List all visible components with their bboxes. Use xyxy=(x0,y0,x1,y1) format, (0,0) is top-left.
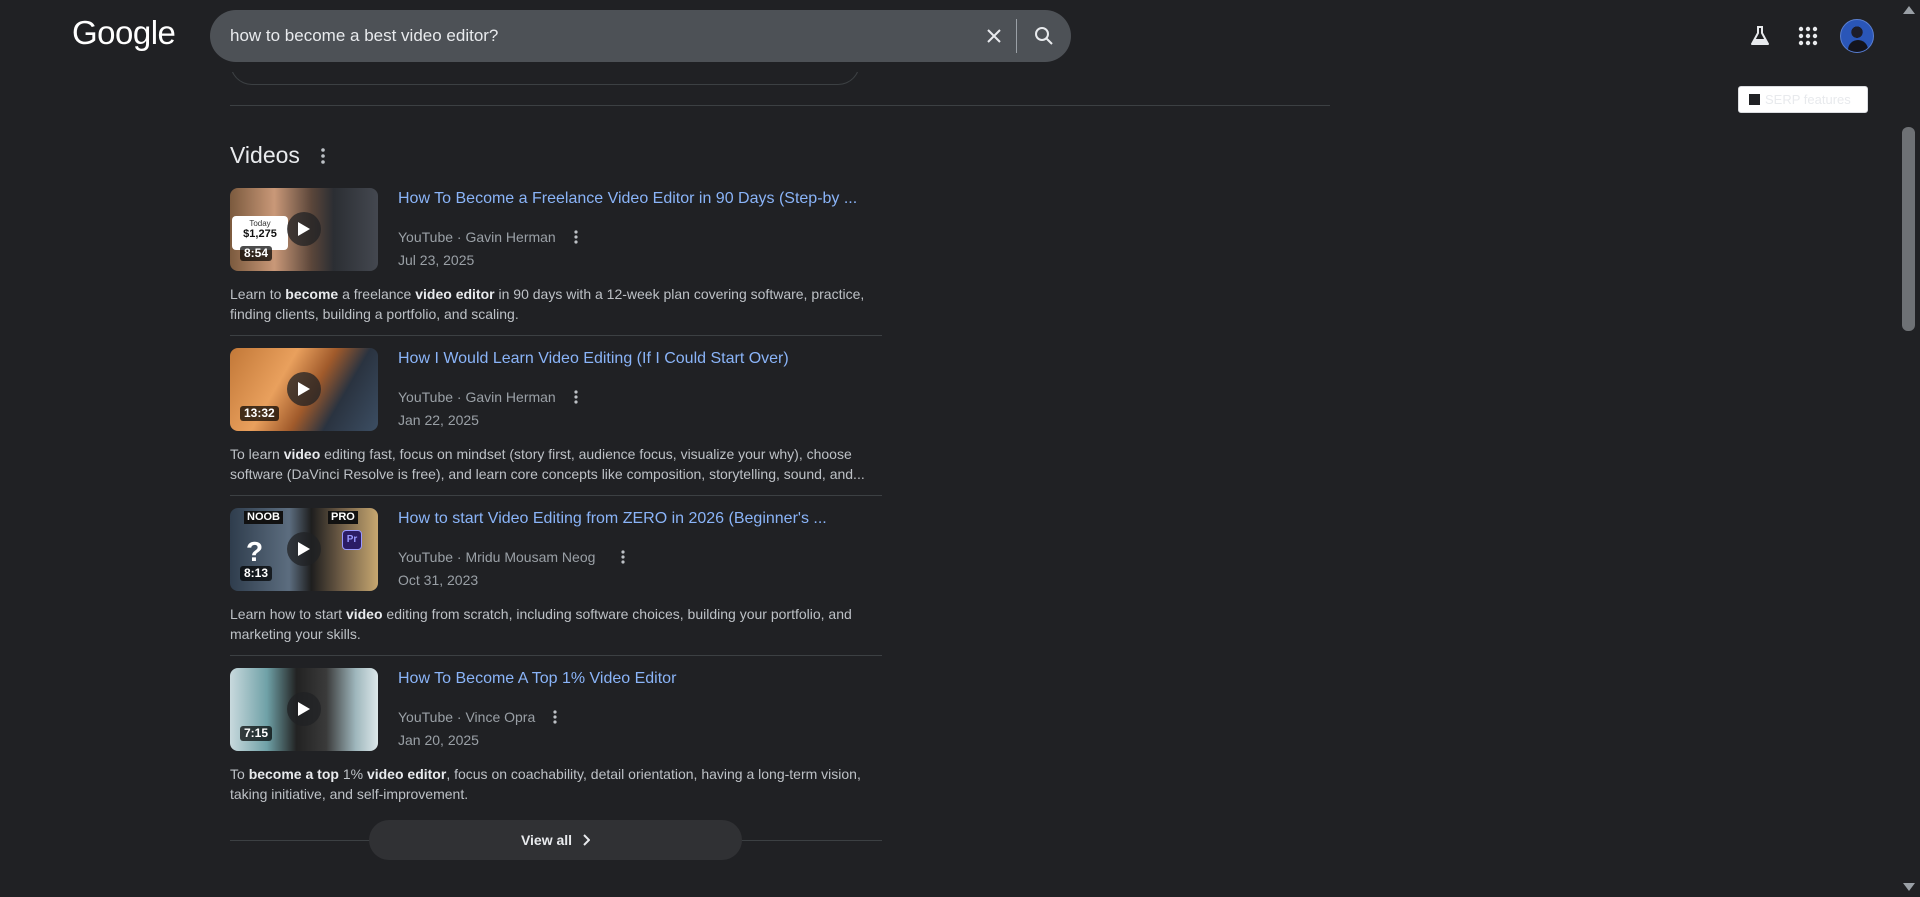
more-vert-icon xyxy=(621,550,625,564)
search-divider xyxy=(1016,19,1017,53)
video-description: To become a top 1% video editor, focus o… xyxy=(230,766,861,802)
more-vert-icon xyxy=(321,148,325,164)
video-duration: 7:15 xyxy=(240,726,273,741)
video-date: Jan 20, 2025 xyxy=(398,732,479,748)
video-thumbnail[interactable]: 7:15 xyxy=(230,668,378,751)
play-icon xyxy=(298,542,310,556)
video-source: YouTube · Mridu Mousam Neog xyxy=(398,549,596,565)
play-button[interactable] xyxy=(287,372,321,406)
labs-button[interactable] xyxy=(1742,18,1778,54)
video-result: NOOB PRO ? Pr 8:13 How to start Video Ed… xyxy=(230,508,882,668)
video-more-button[interactable] xyxy=(566,227,586,247)
serp-checkbox-icon xyxy=(1749,94,1760,105)
videos-section-menu-button[interactable] xyxy=(312,145,334,167)
thumbnail-badge-small: Today xyxy=(249,219,271,228)
account-avatar[interactable] xyxy=(1840,19,1874,53)
more-vert-icon xyxy=(574,390,578,404)
view-all-button[interactable]: View all xyxy=(369,820,742,860)
thumbnail-earnings-card: Today $1,275 xyxy=(232,216,288,250)
video-title-link[interactable]: How To Become A Top 1% Video Editor xyxy=(398,668,676,690)
header: Google xyxy=(0,0,1898,72)
video-title-link[interactable]: How To Become a Freelance Video Editor i… xyxy=(398,188,857,210)
google-logo[interactable]: Google xyxy=(72,14,176,52)
video-thumbnail[interactable]: Today $1,275 8:54 xyxy=(230,188,378,271)
video-separator xyxy=(230,495,882,496)
clear-search-button[interactable] xyxy=(978,20,1010,52)
search-results-page: Google how to become a best video editor… xyxy=(0,0,1920,897)
video-thumbnail[interactable]: 13:32 xyxy=(230,348,378,431)
view-all-label: View all xyxy=(520,832,573,848)
video-date: Jul 23, 2025 xyxy=(398,252,475,268)
play-button[interactable] xyxy=(287,532,321,566)
video-separator xyxy=(230,335,882,336)
scrollbar-thumb[interactable] xyxy=(1902,127,1915,331)
video-source: YouTube · Gavin Herman xyxy=(398,389,556,405)
play-icon xyxy=(298,222,310,236)
video-date: Jan 22, 2025 xyxy=(398,412,479,428)
video-source: YouTube · Vince Opra xyxy=(398,709,536,725)
search-button[interactable] xyxy=(1026,20,1062,52)
flask-icon xyxy=(1751,26,1769,45)
play-icon xyxy=(298,382,310,396)
video-duration: 8:13 xyxy=(240,566,273,581)
apps-grid-icon xyxy=(1798,26,1818,46)
thumbnail-noob-label: NOOB xyxy=(244,511,283,524)
video-source: YouTube · Gavin Herman xyxy=(398,229,556,245)
video-description: To learn video editing fast, focus on mi… xyxy=(230,446,865,482)
video-result: Today $1,275 8:54 How To Become a Freela… xyxy=(230,188,882,348)
thumbnail-badge-amount: $1,275 xyxy=(243,228,277,240)
close-icon xyxy=(987,29,1001,43)
video-more-button[interactable] xyxy=(545,707,565,727)
section-divider xyxy=(230,105,1330,106)
thumbnail-question-mark: ? xyxy=(246,536,264,567)
video-title-link[interactable]: How I Would Learn Video Editing (If I Co… xyxy=(398,348,789,370)
search-icon xyxy=(1035,27,1053,45)
video-duration: 13:32 xyxy=(240,406,279,421)
search-box xyxy=(210,10,1071,62)
thumbnail-pro-label: PRO xyxy=(328,511,358,524)
video-date: Oct 31, 2023 xyxy=(398,572,479,588)
videos-section-title: Videos xyxy=(230,142,300,168)
more-vert-icon xyxy=(553,710,557,724)
triangle-down-icon xyxy=(1903,883,1915,891)
vertical-scrollbar[interactable] xyxy=(1898,0,1920,897)
triangle-up-icon xyxy=(1903,6,1915,14)
serp-features-label: SERP features xyxy=(1765,92,1851,107)
video-more-button[interactable] xyxy=(613,547,633,567)
scroll-up-arrow[interactable] xyxy=(1903,4,1915,16)
chevron-right-icon xyxy=(583,834,591,846)
play-button[interactable] xyxy=(287,692,321,726)
apps-button[interactable] xyxy=(1790,18,1826,54)
video-duration: 8:54 xyxy=(240,246,273,261)
scroll-down-arrow[interactable] xyxy=(1903,881,1915,893)
premiere-pro-icon: Pr xyxy=(342,530,362,550)
video-description: Learn how to start video editing from sc… xyxy=(230,606,852,642)
serp-features-button[interactable]: SERP features xyxy=(1738,86,1868,113)
play-button[interactable] xyxy=(287,212,321,246)
video-thumbnail[interactable]: NOOB PRO ? Pr 8:13 xyxy=(230,508,378,591)
video-title-link[interactable]: How to start Video Editing from ZERO in … xyxy=(398,508,827,530)
video-result: 7:15 How To Become A Top 1% Video Editor… xyxy=(230,668,882,828)
video-description: Learn to become a freelance video editor… xyxy=(230,286,865,322)
video-result: 13:32 How I Would Learn Video Editing (I… xyxy=(230,348,882,508)
video-more-button[interactable] xyxy=(566,387,586,407)
search-input[interactable] xyxy=(230,10,970,62)
play-icon xyxy=(298,702,310,716)
more-vert-icon xyxy=(574,230,578,244)
video-separator xyxy=(230,655,882,656)
